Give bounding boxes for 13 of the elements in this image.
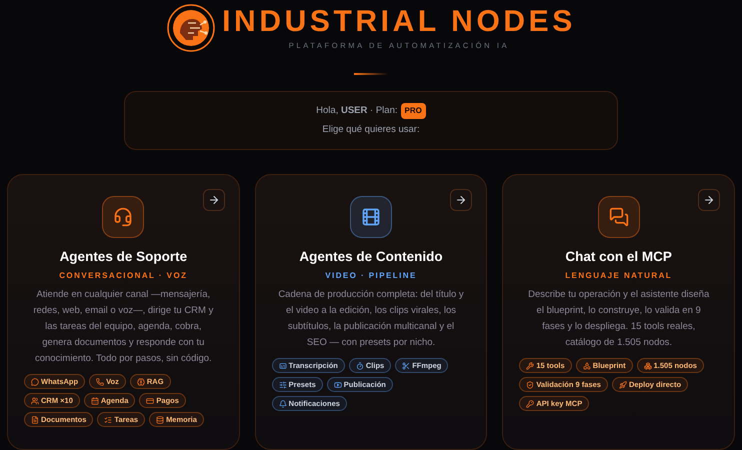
card-subtitle: CONVERSACIONAL · VOZ: [59, 270, 188, 282]
card-description: Describe tu operación y el asistente diseña el blueprint, lo construye, lo valida en 9 fases y lo despliega. 15 tools reales, catálogo de 1.505 nodos.: [527, 288, 710, 350]
card-title: Chat con el MCP: [565, 248, 672, 266]
card-subtitle: LENGUAJE NATURAL: [565, 270, 672, 282]
card-title: Agentes de Contenido: [299, 248, 443, 266]
plan-badge: PRO: [400, 103, 426, 120]
brand-title: INDUSTRIAL NODES: [222, 4, 576, 39]
card-title: Agentes de Soporte: [60, 248, 188, 266]
card-description: Cadena de producción completa: del título y el video a la edición, los clips virales, los subtítulos, la publicación multicanal y el SEO — con presets por nicho.: [277, 288, 465, 350]
choose-prompt: Elige qué quieres usar:: [322, 123, 420, 138]
card-description: Atiende en cualquier canal —mensajería, redes, web, email o voz—, dirige tu CRM y las tareas del equipo, agenda, cobra, genera documentos y responde con tu conocimiento. Todo por pasos, sin código.: [32, 288, 214, 366]
greeting-text: Hola, USER · Plan:: [316, 104, 398, 118]
card-subtitle: VIDEO · PIPELINE: [325, 270, 417, 282]
